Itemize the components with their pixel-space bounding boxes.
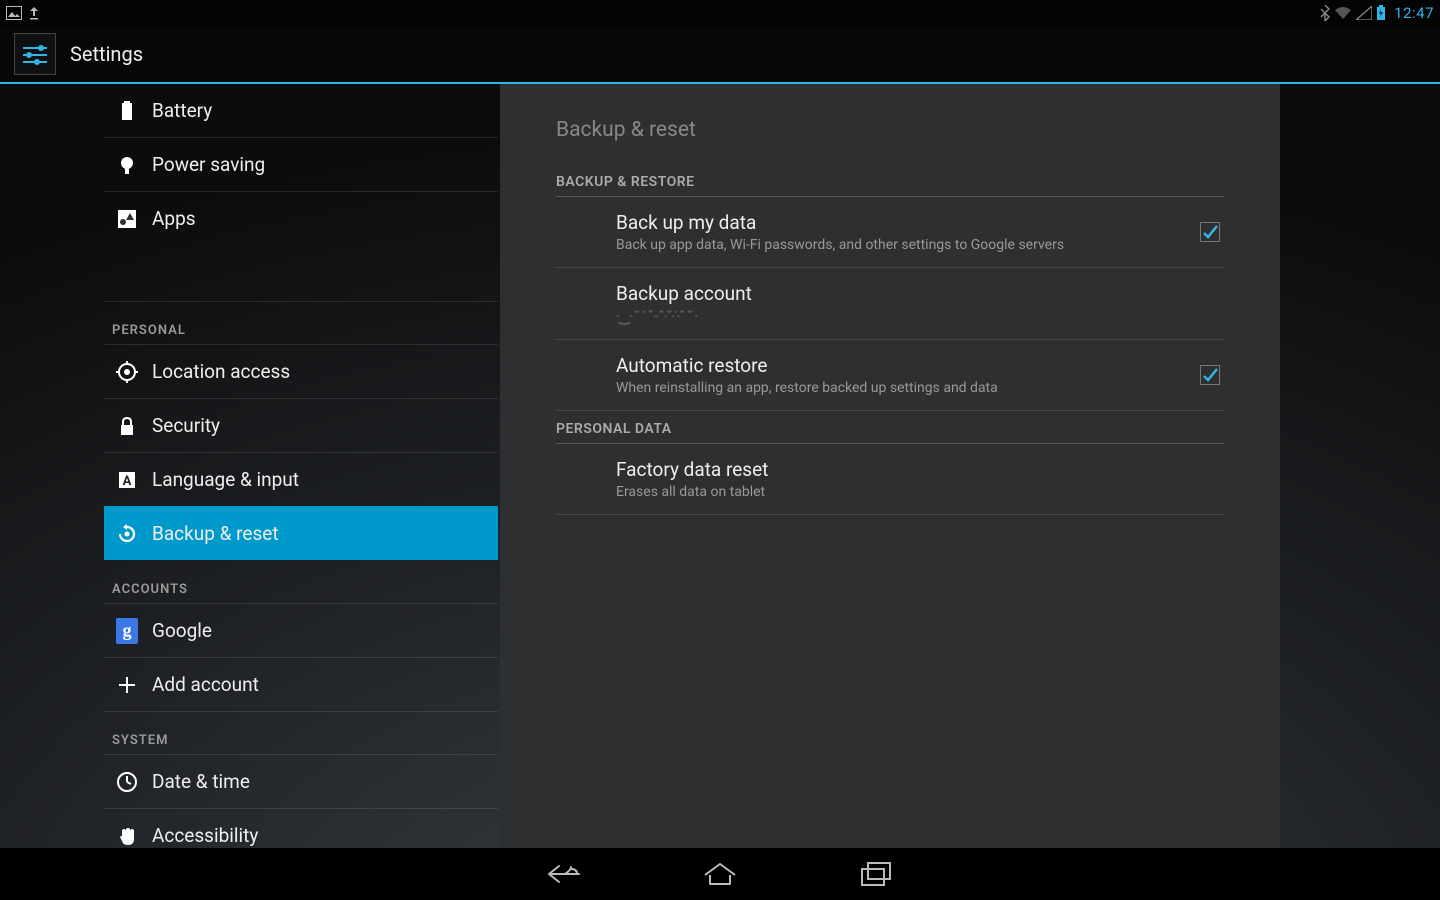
status-clock: 12:47 — [1394, 4, 1434, 22]
sidebar-item-label: Accessibility — [152, 824, 258, 847]
language-icon: A — [116, 469, 138, 491]
detail-title: Backup & reset — [556, 94, 1224, 164]
wifi-icon — [1334, 6, 1352, 20]
detail-section-header: PERSONAL DATA — [556, 421, 1224, 444]
hand-icon — [116, 825, 138, 847]
status-bar[interactable]: 12:47 — [0, 0, 1440, 26]
sidebar-item-backup-reset[interactable]: Backup & reset — [104, 506, 498, 560]
settings-app-icon[interactable] — [14, 33, 56, 75]
sidebar-item-security[interactable]: Security — [104, 398, 498, 452]
action-bar: Settings — [0, 26, 1440, 84]
sidebar-item-label: Battery — [152, 99, 212, 122]
sidebar-item-label: Google — [152, 619, 212, 642]
sidebar-header: PERSONAL — [104, 301, 498, 344]
cell-signal-icon — [1356, 6, 1372, 20]
sidebar-header: SYSTEM — [104, 711, 498, 754]
row-backup-account[interactable]: Backup account ·‿· ˘ ˊ ˇ··ˆ·˘·˙·ˆ ˘ · — [556, 268, 1224, 340]
checkbox[interactable] — [1200, 365, 1220, 385]
row-primary: Automatic restore — [616, 354, 1200, 377]
row-secondary: When reinstalling an app, restore backed… — [616, 380, 1200, 396]
sidebar-item-label: Backup & reset — [152, 522, 279, 545]
sidebar-header: ACCOUNTS — [104, 560, 498, 603]
row-secondary-redacted: ·‿· ˘ ˊ ˇ··ˆ·˘·˙·ˆ ˘ · — [616, 308, 1224, 325]
settings-sidebar: Battery Power saving Apps PERSONAL Locat… — [0, 84, 498, 848]
bulb-icon — [116, 154, 138, 176]
sidebar-item-label: Apps — [152, 207, 196, 230]
home-button[interactable] — [702, 856, 738, 892]
sidebar-item-label: Date & time — [152, 770, 250, 793]
bluetooth-icon — [1320, 5, 1330, 21]
lock-icon — [116, 415, 138, 437]
detail-panel: Backup & reset BACKUP & RESTORE Back up m… — [500, 84, 1280, 848]
row-factory-data-reset[interactable]: Factory data reset Erases all data on ta… — [556, 444, 1224, 515]
sidebar-item-date-time[interactable]: Date & time — [104, 754, 498, 808]
row-secondary: Back up app data, Wi-Fi passwords, and o… — [616, 237, 1200, 253]
sidebar-item-language-input[interactable]: A Language & input — [104, 452, 498, 506]
row-automatic-restore[interactable]: Automatic restore When reinstalling an a… — [556, 340, 1224, 411]
sidebar-item-location-access[interactable]: Location access — [104, 344, 498, 398]
battery-icon — [116, 100, 138, 122]
sidebar-item-accessibility[interactable]: Accessibility — [104, 808, 498, 848]
google-icon: g — [116, 620, 138, 642]
restore-icon — [116, 523, 138, 545]
svg-text:A: A — [123, 474, 132, 489]
recents-button[interactable] — [858, 856, 894, 892]
row-backup-my-data[interactable]: Back up my data Back up app data, Wi-Fi … — [556, 197, 1224, 268]
system-nav-bar — [0, 848, 1440, 900]
checkbox[interactable] — [1200, 222, 1220, 242]
apps-icon — [116, 208, 138, 230]
sidebar-item-google[interactable]: g Google — [104, 603, 498, 657]
sidebar-item-label: Add account — [152, 673, 259, 696]
location-icon — [116, 361, 138, 383]
sidebar-item-power-saving[interactable]: Power saving — [104, 137, 498, 191]
sidebar-item-label: Security — [152, 414, 220, 437]
sidebar-item-label: Location access — [152, 360, 290, 383]
clock-icon — [116, 771, 138, 793]
detail-section-header: BACKUP & RESTORE — [556, 174, 1224, 197]
battery-charging-icon — [1376, 5, 1386, 21]
sidebar-item-battery[interactable]: Battery — [104, 84, 498, 137]
back-button[interactable] — [546, 856, 582, 892]
sidebar-item-apps[interactable]: Apps — [104, 191, 498, 245]
picture-icon — [6, 6, 22, 20]
plus-icon — [116, 674, 138, 696]
page-title: Settings — [70, 42, 143, 66]
sidebar-item-add-account[interactable]: Add account — [104, 657, 498, 711]
upload-icon — [28, 6, 40, 20]
row-primary: Factory data reset — [616, 458, 1224, 481]
row-primary: Backup account — [616, 282, 1224, 305]
sidebar-item-label: Power saving — [152, 153, 265, 176]
row-secondary: Erases all data on tablet — [616, 484, 1224, 500]
row-primary: Back up my data — [616, 211, 1200, 234]
sidebar-item-label: Language & input — [152, 468, 299, 491]
